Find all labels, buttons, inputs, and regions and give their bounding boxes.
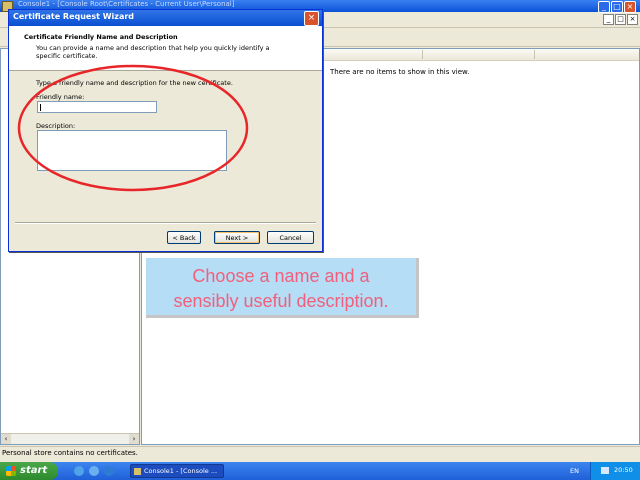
empty-view-message: There are no items to show in this view. [330, 68, 470, 76]
taskbar: start Console1 - [Console ... EN 20:50 [0, 462, 640, 480]
wizard-body: Type a friendly name and description for… [9, 71, 322, 221]
wizard-page-subtitle: You can provide a name and description t… [36, 44, 270, 60]
inner-close-icon[interactable]: × [627, 14, 638, 25]
media-player-icon[interactable] [104, 466, 114, 476]
scroll-right-icon[interactable]: › [129, 434, 139, 444]
wizard-intro-text: Type a friendly name and description for… [36, 79, 233, 87]
tree-horizontal-scrollbar[interactable]: ‹ › [1, 433, 139, 444]
desktop-icon[interactable] [74, 466, 84, 476]
inner-window-controls: _ □ × [602, 14, 638, 25]
inner-minimize-icon[interactable]: _ [603, 14, 614, 25]
inner-restore-icon[interactable]: □ [615, 14, 626, 25]
cancel-button[interactable]: Cancel [267, 231, 314, 244]
column-separator[interactable] [534, 50, 535, 59]
console-icon [134, 468, 141, 475]
start-button[interactable]: start [0, 462, 58, 480]
back-button[interactable]: < Back [167, 231, 201, 244]
column-separator[interactable] [422, 50, 423, 59]
wizard-separator [15, 222, 316, 224]
maximize-icon[interactable]: □ [611, 1, 623, 13]
mmc-title-text: Console1 - [Console Root\Certificates - … [18, 0, 235, 8]
description-textarea[interactable] [37, 130, 227, 171]
minimize-icon[interactable]: _ [598, 1, 610, 13]
browser-icon[interactable] [89, 466, 99, 476]
wizard-title-bar: Certificate Request Wizard × [9, 10, 322, 26]
windows-logo-icon [6, 466, 16, 476]
next-button[interactable]: Next > [214, 231, 260, 244]
callout-line-2: sensibly useful description. [173, 291, 389, 311]
close-icon[interactable]: × [624, 1, 636, 13]
language-indicator[interactable]: EN [570, 467, 579, 475]
wizard-header: Certificate Friendly Name and Descriptio… [9, 26, 322, 71]
description-label: Description: [36, 122, 76, 130]
start-label: start [20, 465, 48, 476]
close-icon[interactable]: × [304, 11, 319, 26]
clock[interactable]: 20:50 [614, 466, 633, 474]
text-caret [40, 104, 41, 111]
friendly-name-label: Friendly name: [36, 93, 85, 101]
callout-text: Choose a name and a sensibly useful desc… [146, 264, 416, 314]
volume-icon[interactable] [601, 467, 609, 474]
tutorial-callout: Choose a name and a sensibly useful desc… [146, 258, 419, 318]
status-bar: Personal store contains no certificates. [0, 446, 640, 461]
wizard-title: Certificate Request Wizard [13, 12, 135, 21]
status-text: Personal store contains no certificates. [2, 449, 138, 457]
system-tray: 20:50 [590, 462, 640, 480]
callout-line-1: Choose a name and a [192, 266, 370, 286]
certificate-request-wizard-dialog: Certificate Request Wizard × Certificate… [8, 9, 323, 252]
scroll-left-icon[interactable]: ‹ [1, 434, 11, 444]
taskbar-item-console[interactable]: Console1 - [Console ... [130, 464, 224, 478]
friendly-name-input[interactable] [37, 101, 157, 113]
wizard-page-title: Certificate Friendly Name and Descriptio… [24, 33, 178, 41]
taskbar-item-label: Console1 - [Console ... [144, 467, 218, 475]
